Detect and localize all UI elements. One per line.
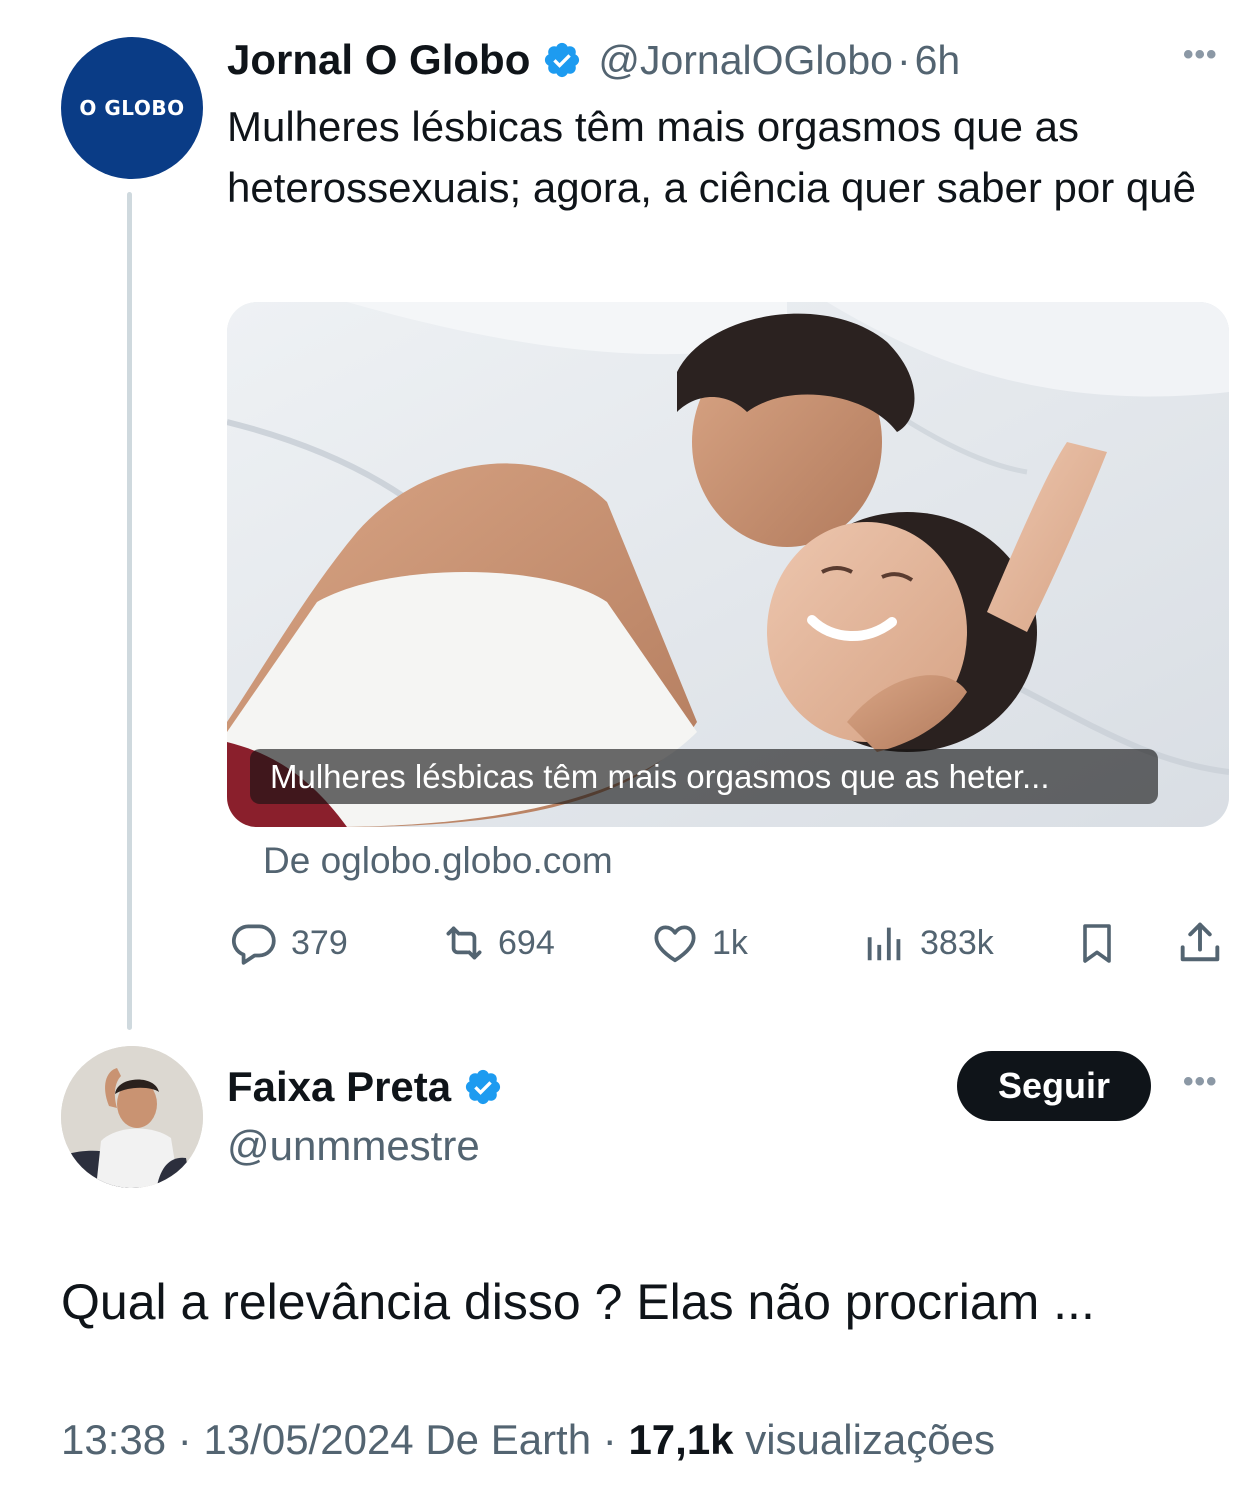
parent-tweet-text: Mulheres lésbicas têm mais orgasmos que …	[227, 103, 1196, 211]
views-label: visualizações	[745, 1416, 996, 1463]
bookmark-action[interactable]	[1073, 918, 1121, 968]
parent-tweet-header: Jornal O Globo @JornalOGlobo · 6h	[227, 30, 960, 90]
jornal-o-globo-avatar[interactable]: O GLOBO	[61, 37, 203, 179]
meta-separator: ·	[896, 36, 911, 83]
like-count: 1k	[712, 923, 748, 962]
tweet-date[interactable]: 13/05/2024	[203, 1416, 413, 1463]
reply-icon	[229, 918, 279, 968]
meta-separator: ·	[177, 1416, 192, 1463]
repost-action[interactable]: 694	[438, 918, 555, 968]
repost-count: 694	[498, 923, 555, 962]
reply-author-header: Faixa Preta	[227, 1062, 519, 1112]
more-options-icon[interactable]: •••	[1183, 1065, 1218, 1099]
repost-icon	[438, 918, 490, 968]
reply-handle[interactable]: @unmmestre	[227, 1122, 480, 1170]
parent-time[interactable]: 6h	[915, 37, 961, 84]
reply-tweet-text: Qual a relevância disso ? Elas não procr…	[61, 1274, 1095, 1330]
faixa-preta-avatar[interactable]	[61, 1046, 203, 1188]
share-icon	[1174, 917, 1226, 969]
parent-handle[interactable]: @JornalOGlobo	[598, 37, 893, 84]
tweet-time[interactable]: 13:38	[61, 1416, 166, 1463]
link-source-domain[interactable]: De oglobo.globo.com	[263, 840, 613, 882]
follow-button[interactable]: Seguir	[957, 1051, 1151, 1121]
bookmark-icon	[1073, 917, 1121, 969]
share-action[interactable]	[1174, 918, 1226, 968]
verified-badge-icon	[542, 40, 582, 80]
heart-icon	[650, 918, 700, 968]
reply-action[interactable]: 379	[229, 918, 348, 968]
more-options-icon[interactable]: •••	[1183, 38, 1218, 72]
parent-display-name[interactable]: Jornal O Globo	[227, 36, 530, 84]
reply-display-name[interactable]: Faixa Preta	[227, 1063, 451, 1111]
o-globo-logo: O GLOBO	[79, 96, 185, 120]
like-action[interactable]: 1k	[650, 918, 748, 968]
views-chart-icon	[862, 918, 908, 968]
views-action[interactable]: 383k	[862, 918, 994, 968]
reply-count: 379	[291, 923, 348, 962]
meta-separator: ·	[602, 1416, 617, 1463]
views-count: 17,1k	[628, 1416, 734, 1463]
verified-badge-icon	[463, 1067, 503, 1107]
thread-connector-line	[127, 192, 132, 1030]
tweet-source: De Earth	[425, 1416, 592, 1463]
media-caption-overlay: Mulheres lésbicas têm mais orgasmos que …	[250, 749, 1158, 804]
views-count: 383k	[920, 923, 994, 962]
reply-tweet-metadata: 13:38 · 13/05/2024 De Earth · 17,1k visu…	[61, 1416, 995, 1464]
